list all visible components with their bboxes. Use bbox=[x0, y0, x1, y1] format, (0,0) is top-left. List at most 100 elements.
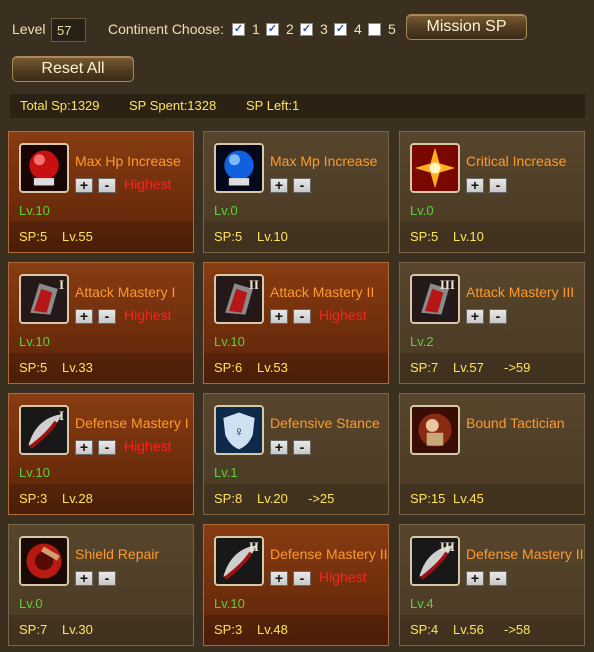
sp-cost: SP:5 bbox=[410, 229, 439, 244]
highest-label: Highest bbox=[124, 176, 172, 192]
increase-button[interactable]: + bbox=[466, 178, 484, 193]
increase-button[interactable]: + bbox=[75, 440, 93, 455]
sp-cost: SP:3 bbox=[214, 622, 243, 637]
required-level: Lv.55 bbox=[62, 229, 93, 244]
decrease-button[interactable]: - bbox=[98, 571, 116, 586]
decrease-button[interactable]: - bbox=[98, 440, 116, 455]
increase-button[interactable]: + bbox=[270, 309, 288, 324]
required-level: Lv.56 bbox=[453, 622, 484, 637]
increase-button[interactable]: + bbox=[466, 571, 484, 586]
continent-5-checkbox[interactable] bbox=[368, 23, 381, 36]
skill-name: Attack Mastery I bbox=[75, 284, 176, 300]
header-row: Level 57 Continent Choose: ✓ 1 ✓ 2 ✓ 3 ✓… bbox=[0, 0, 594, 50]
sp-cost: SP:3 bbox=[19, 491, 48, 506]
continent-4-label: 4 bbox=[354, 21, 362, 37]
decrease-button[interactable]: - bbox=[293, 440, 311, 455]
next-level: ->58 bbox=[504, 622, 531, 637]
required-level: Lv.10 bbox=[257, 229, 288, 244]
attack-mastery-icon: II bbox=[214, 274, 264, 324]
required-level: Lv.10 bbox=[453, 229, 484, 244]
continent-label: Continent Choose: bbox=[108, 21, 224, 37]
required-level: Lv.30 bbox=[62, 622, 93, 637]
required-level: Lv.20 bbox=[257, 491, 288, 506]
decrease-button[interactable]: - bbox=[293, 178, 311, 193]
decrease-button[interactable]: - bbox=[98, 178, 116, 193]
current-level: Lv.10 bbox=[214, 596, 245, 611]
skill-name: Max Mp Increase bbox=[270, 153, 378, 169]
tier-numeral: II bbox=[248, 539, 259, 554]
highest-label: Highest bbox=[124, 307, 172, 323]
continent-1-label: 1 bbox=[252, 21, 260, 37]
continent-2-checkbox[interactable]: ✓ bbox=[266, 23, 279, 36]
current-level: Lv.2 bbox=[410, 334, 434, 349]
current-level: Lv.10 bbox=[19, 334, 50, 349]
current-level: Lv.0 bbox=[19, 596, 43, 611]
current-level: Lv.0 bbox=[410, 203, 434, 218]
increase-button[interactable]: + bbox=[270, 440, 288, 455]
sp-cost: SP:4 bbox=[410, 622, 439, 637]
level-input[interactable]: 57 bbox=[51, 18, 86, 42]
required-level: Lv.53 bbox=[257, 360, 288, 375]
skill-name: Critical Increase bbox=[466, 153, 567, 169]
current-level: Lv.0 bbox=[214, 203, 238, 218]
skill-name: Defensive Stance bbox=[270, 415, 380, 431]
decrease-button[interactable]: - bbox=[489, 571, 507, 586]
continent-4-checkbox[interactable]: ✓ bbox=[334, 23, 347, 36]
skill-name: Max Hp Increase bbox=[75, 153, 181, 169]
increase-button[interactable]: + bbox=[270, 571, 288, 586]
mission-sp-button[interactable]: Mission SP bbox=[406, 14, 527, 40]
continent-3-label: 3 bbox=[320, 21, 328, 37]
skill-card: I Attack Mastery I + - Highest Lv.10 SP:… bbox=[8, 262, 194, 384]
increase-button[interactable]: + bbox=[75, 571, 93, 586]
skill-name: Defense Mastery III bbox=[466, 546, 584, 562]
svg-text:♀: ♀ bbox=[233, 424, 244, 440]
highest-label: Highest bbox=[319, 569, 367, 585]
highest-label: Highest bbox=[319, 307, 367, 323]
increase-button[interactable]: + bbox=[75, 178, 93, 193]
next-level: ->59 bbox=[504, 360, 531, 375]
sp-cost: SP:7 bbox=[410, 360, 439, 375]
continent-3-checkbox[interactable]: ✓ bbox=[300, 23, 313, 36]
sp-cost: SP:6 bbox=[214, 360, 243, 375]
skill-card: III Defense Mastery III + - Lv.4 SP:4 Lv… bbox=[399, 524, 585, 646]
decrease-button[interactable]: - bbox=[489, 178, 507, 193]
sp-stats-bar: Total Sp:1329 SP Spent:1328 SP Left:1 bbox=[10, 94, 585, 118]
skill-card: I Defense Mastery I + - Highest Lv.10 SP… bbox=[8, 393, 194, 515]
skill-card: II Attack Mastery II + - Highest Lv.10 S… bbox=[203, 262, 389, 384]
decrease-button[interactable]: - bbox=[293, 309, 311, 324]
current-level: Lv.1 bbox=[214, 465, 238, 480]
skill-name: Bound Tactician bbox=[466, 415, 565, 431]
increase-button[interactable]: + bbox=[75, 309, 93, 324]
skill-card: III Attack Mastery III + - Lv.2 SP:7 Lv.… bbox=[399, 262, 585, 384]
skill-card: Max Hp Increase + - Highest Lv.10 SP:5 L… bbox=[8, 131, 194, 253]
next-level: ->25 bbox=[308, 491, 335, 506]
level-label: Level bbox=[12, 21, 46, 37]
skill-card: Max Mp Increase + - Lv.0 SP:5 Lv.10 bbox=[203, 131, 389, 253]
increase-button[interactable]: + bbox=[270, 178, 288, 193]
critical-burst-icon bbox=[410, 143, 460, 193]
current-level: Lv.4 bbox=[410, 596, 434, 611]
skill-name: Defense Mastery II bbox=[270, 546, 388, 562]
mp-orb-icon bbox=[214, 143, 264, 193]
skill-card: ♀ Defensive Stance + - Lv.1 SP:8 Lv.20 -… bbox=[203, 393, 389, 515]
decrease-button[interactable]: - bbox=[489, 309, 507, 324]
continent-2-label: 2 bbox=[286, 21, 294, 37]
decrease-button[interactable]: - bbox=[98, 309, 116, 324]
current-level: Lv.10 bbox=[214, 334, 245, 349]
hp-orb-icon bbox=[19, 143, 69, 193]
shield-repair-icon bbox=[19, 536, 69, 586]
highest-label: Highest bbox=[124, 438, 172, 454]
sp-cost: SP:8 bbox=[214, 491, 243, 506]
increase-button[interactable]: + bbox=[466, 309, 484, 324]
continent-1-checkbox[interactable]: ✓ bbox=[232, 23, 245, 36]
total-sp: Total Sp:1329 bbox=[20, 98, 100, 113]
sp-spent: SP Spent:1328 bbox=[129, 98, 217, 113]
skill-card: Bound Tactician SP:15 Lv.45 bbox=[399, 393, 585, 515]
decrease-button[interactable]: - bbox=[293, 571, 311, 586]
tier-numeral: I bbox=[58, 408, 64, 423]
required-level: Lv.48 bbox=[257, 622, 288, 637]
required-level: Lv.45 bbox=[453, 491, 484, 506]
current-level: Lv.10 bbox=[19, 465, 50, 480]
reset-all-button[interactable]: Reset All bbox=[12, 56, 134, 82]
sp-left: SP Left:1 bbox=[246, 98, 300, 113]
